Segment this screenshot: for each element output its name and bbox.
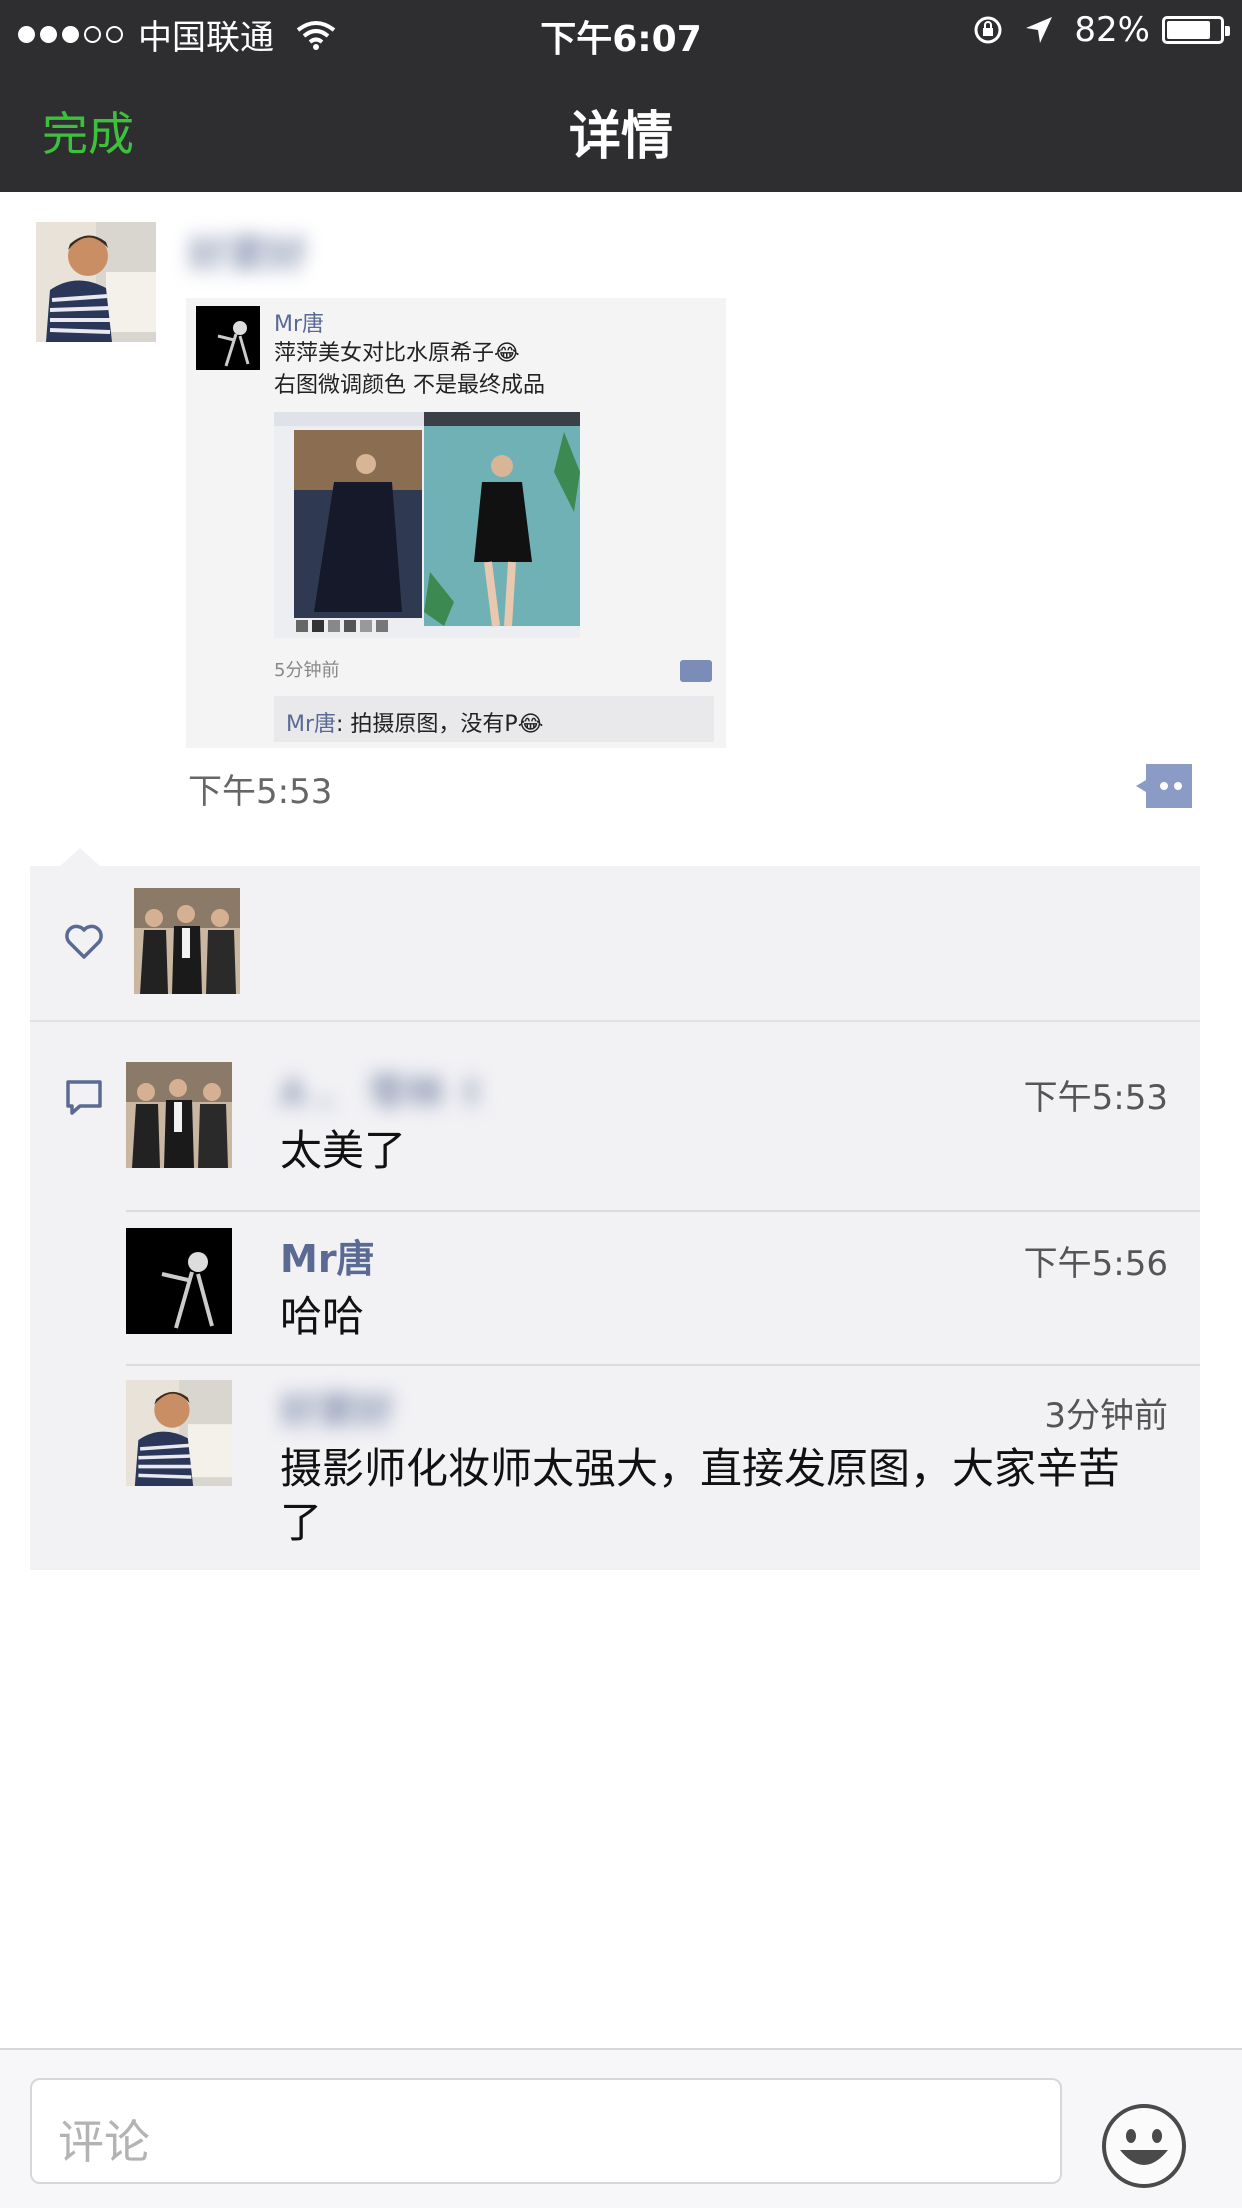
heart-icon	[65, 924, 103, 959]
shot-comment: Mr唐: 拍摄原图，没有P😂	[274, 696, 714, 742]
avatar-photo	[126, 1380, 232, 1486]
comment-author[interactable]: 好窦好	[280, 1380, 394, 1435]
interaction-panel: A 、 零林 ✌ 下午5:53 太美了 Mr唐 下午5:56 哈哈 好窦好 3分…	[30, 866, 1200, 1570]
comment-icon	[66, 1080, 102, 1115]
shot-photo	[274, 412, 580, 638]
comment-input[interactable]: 评论	[30, 2078, 1062, 2184]
status-right: 82%	[972, 10, 1230, 50]
shot-text-line2: 右图微调颜色 不是最终成品	[274, 373, 545, 398]
shot-author-name: Mr唐	[274, 312, 325, 337]
comment-item[interactable]: 好窦好 3分钟前 摄影师化妆师太强大，直接发原图，大家辛苦了	[126, 1380, 1200, 1560]
comment-text: 摄影师化妆师太强大，直接发原图，大家辛苦了	[280, 1444, 1121, 1547]
comment-input-bar: 评论	[0, 2048, 1242, 2208]
group-photo	[134, 888, 240, 994]
comment-item[interactable]: Mr唐 下午5:56 哈哈	[126, 1228, 1200, 1348]
location-arrow-icon	[1026, 17, 1053, 43]
comment-separator	[126, 1210, 1200, 1212]
liker-avatar[interactable]	[134, 888, 240, 994]
comment-time: 3分钟前	[1044, 1396, 1168, 1436]
post-time: 下午5:53	[188, 772, 333, 812]
nav-bar: 完成 详情	[0, 64, 1242, 192]
group-photo	[126, 1062, 232, 1168]
comment-time: 下午5:53	[1023, 1078, 1168, 1118]
comment-avatar[interactable]	[126, 1228, 232, 1334]
comment-separator	[126, 1364, 1200, 1366]
shot-avatar	[196, 306, 260, 370]
page-title: 详情	[568, 107, 673, 167]
post-image[interactable]: Mr唐 萍萍美女对比水原希子😂 右图微调颜色 不是最终成品 5分钟前 Mr唐: …	[186, 298, 726, 748]
battery-nub	[1225, 26, 1230, 36]
comment-text: 太美了	[280, 1126, 407, 1175]
comment-text: 哈哈	[280, 1292, 365, 1341]
comment-item[interactable]: A 、 零林 ✌ 下午5:53 太美了	[126, 1062, 1200, 1182]
top-bar: 中国联通 下午6:07 82% 完成 详情	[0, 0, 1242, 192]
shot-comment-icon	[680, 660, 712, 682]
rotation-lock-icon	[974, 16, 1002, 44]
shot-comment-text: : 拍摄原图，没有P😂	[336, 712, 544, 737]
comment-avatar[interactable]	[126, 1062, 232, 1168]
comment-author[interactable]: Mr唐	[280, 1228, 375, 1283]
comment-author[interactable]: A 、 零林 ✌	[280, 1062, 488, 1117]
emoji-icon[interactable]	[1100, 2102, 1188, 2190]
status-bar: 中国联通 下午6:07 82%	[0, 0, 1242, 64]
battery-percent: 82%	[1074, 10, 1150, 50]
comment-time: 下午5:56	[1023, 1244, 1168, 1284]
panel-divider	[30, 1020, 1200, 1022]
shot-time: 5分钟前	[274, 660, 340, 681]
shot-text-line1: 萍萍美女对比水原希子😂	[274, 341, 520, 366]
shot-comment-name: Mr唐	[286, 712, 337, 737]
more-actions-button[interactable]	[1136, 764, 1192, 808]
post-author-avatar[interactable]	[36, 222, 156, 342]
post-author-name[interactable]: 好窦好	[188, 222, 308, 280]
shot-text: 萍萍美女对比水原希子😂 右图微调颜色 不是最终成品	[274, 338, 545, 402]
battery-fill	[1167, 21, 1210, 39]
shot-avatar-photo	[196, 306, 260, 370]
battery-icon	[1162, 16, 1230, 44]
comment-avatar[interactable]	[126, 1380, 232, 1486]
dark-photo	[126, 1228, 232, 1334]
avatar-photo	[36, 222, 156, 342]
comparison-photo	[274, 412, 580, 638]
panel-arrow	[58, 848, 102, 868]
